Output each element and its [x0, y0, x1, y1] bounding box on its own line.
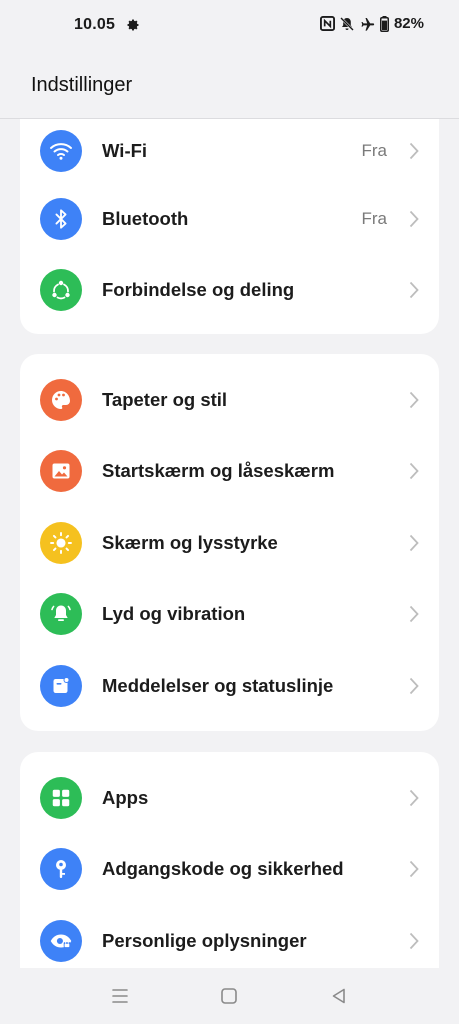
settings-list[interactable]: Wi-Fi Fra Bluetooth Fra Forbindelse og d… [0, 119, 459, 968]
chevron-right-icon [409, 142, 419, 160]
settings-group-display: Tapeter og stil Startskærm og låseskærm [20, 354, 439, 731]
navigation-bar [0, 968, 459, 1024]
settings-item-label: Bluetooth [102, 207, 189, 229]
settings-item-label: Personlige oplysninger [102, 929, 307, 951]
title-bar: Indstillinger [0, 52, 459, 119]
status-icons: 82% [319, 15, 424, 32]
battery-icon [379, 15, 389, 32]
chevron-right-icon [409, 463, 419, 480]
settings-item-label: Meddelelser og statuslinje [102, 674, 334, 696]
settings-item-bluetooth[interactable]: Bluetooth Fra [20, 183, 439, 255]
apps-grid-icon [40, 776, 82, 819]
settings-item-connection-sharing[interactable]: Forbindelse og deling [20, 255, 439, 327]
bell-muted-icon [340, 16, 354, 31]
settings-item-value: Fra [361, 141, 388, 160]
sun-icon [40, 521, 82, 564]
page-title: Indstillinger [31, 74, 133, 96]
settings-item-label: Skærm og lysstyrke [102, 531, 278, 553]
battery-percent: 82% [393, 15, 424, 32]
chevron-right-icon [409, 932, 419, 949]
settings-item-label: Wi-Fi [102, 140, 148, 161]
nfc-icon [319, 16, 335, 31]
settings-item-apps[interactable]: Apps [20, 762, 439, 834]
status-time: 10.05 [74, 16, 116, 33]
settings-item-label: Adgangskode og sikkerhed [102, 858, 344, 880]
bluetooth-icon [40, 197, 82, 240]
back-icon[interactable] [329, 986, 349, 1006]
settings-item-display-brightness[interactable]: Skærm og lysstyrke [20, 507, 439, 579]
chevron-right-icon [409, 861, 419, 878]
chevron-right-icon [409, 606, 419, 623]
key-icon [40, 848, 82, 891]
airplane-icon [361, 17, 375, 31]
settings-item-password-security[interactable]: Adgangskode og sikkerhed [20, 834, 439, 906]
settings-item-notifications-statusbar[interactable]: Meddelelser og statuslinje [20, 650, 439, 722]
settings-item-label: Forbindelse og deling [102, 279, 295, 301]
menu-icon[interactable] [110, 986, 130, 1006]
settings-item-label: Startskærm og låseskærm [102, 460, 335, 482]
notification-icon [40, 664, 82, 707]
chevron-right-icon [409, 210, 419, 227]
image-icon [40, 450, 82, 493]
settings-item-sound-vibration[interactable]: Lyd og vibration [20, 579, 439, 651]
chevron-right-icon [409, 677, 419, 694]
chevron-right-icon [409, 391, 419, 408]
wifi-icon [40, 130, 82, 172]
settings-group-connectivity: Wi-Fi Fra Bluetooth Fra Forbindelse og d… [20, 119, 439, 334]
chevron-right-icon [409, 789, 419, 806]
bell-icon [40, 593, 82, 636]
settings-item-label: Lyd og vibration [102, 603, 246, 625]
home-icon[interactable] [219, 986, 239, 1006]
settings-group-system: Apps Adgangskode og sikkerhed Personlige… [20, 752, 439, 968]
settings-gear-icon [127, 19, 139, 31]
settings-item-value: Fra [361, 208, 388, 228]
settings-item-label: Tapeter og stil [102, 388, 228, 410]
settings-item-wallpaper-style[interactable]: Tapeter og stil [20, 364, 439, 436]
settings-item-wifi[interactable]: Wi-Fi Fra [20, 119, 439, 183]
status-bar: 10.05 82% [0, 0, 459, 52]
palette-icon [40, 378, 82, 421]
settings-item-privacy[interactable]: Personlige oplysninger [20, 905, 439, 968]
settings-item-label: Apps [102, 786, 149, 808]
settings-item-home-lock-screen[interactable]: Startskærm og låseskærm [20, 436, 439, 508]
connection-sharing-icon [40, 269, 82, 312]
chevron-right-icon [409, 534, 419, 551]
chevron-right-icon [409, 282, 419, 299]
privacy-eye-icon [40, 919, 82, 962]
